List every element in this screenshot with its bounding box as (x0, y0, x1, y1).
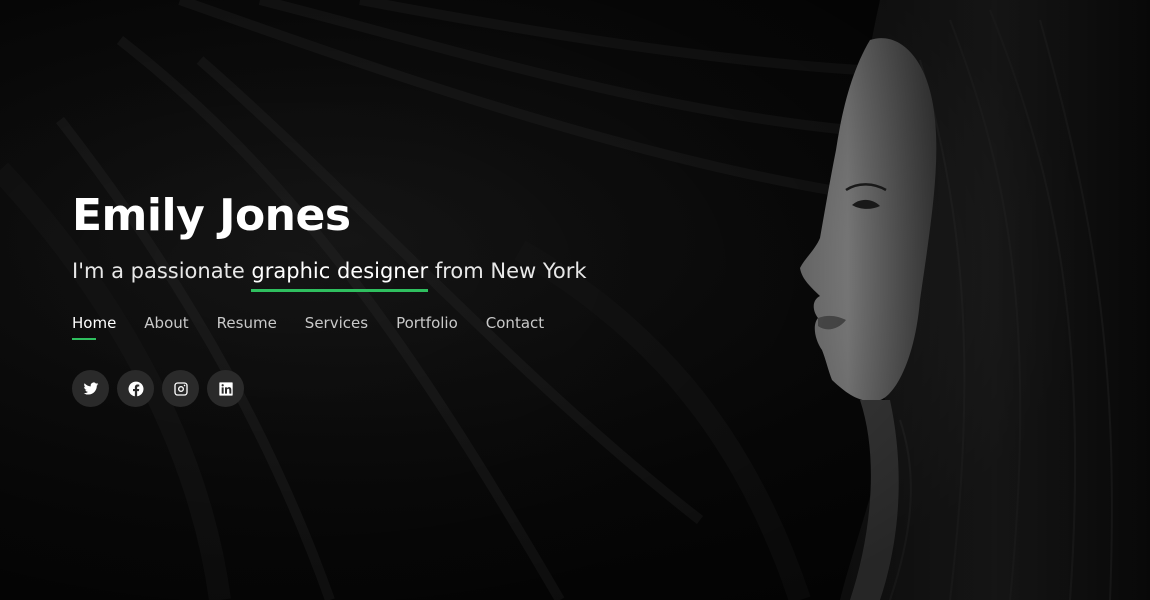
hero-content: Emily Jones I'm a passionate graphic des… (72, 188, 772, 407)
main-nav: Home About Resume Services Portfolio Con… (72, 314, 772, 340)
nav-services[interactable]: Services (305, 314, 368, 340)
nav-contact[interactable]: Contact (486, 314, 544, 340)
instagram-icon (173, 381, 188, 396)
social-links (72, 370, 772, 407)
facebook-icon (128, 381, 143, 396)
twitter-icon (83, 382, 98, 395)
facebook-button[interactable] (117, 370, 154, 407)
instagram-button[interactable] (162, 370, 199, 407)
hero-section: Emily Jones I'm a passionate graphic des… (0, 0, 1150, 600)
nav-about[interactable]: About (144, 314, 188, 340)
linkedin-icon (218, 381, 233, 396)
twitter-button[interactable] (72, 370, 109, 407)
tagline-suffix: from New York (428, 259, 587, 283)
nav-resume[interactable]: Resume (217, 314, 277, 340)
nav-portfolio[interactable]: Portfolio (396, 314, 458, 340)
tagline-prefix: I'm a passionate (72, 259, 252, 283)
linkedin-button[interactable] (207, 370, 244, 407)
tagline-highlight: graphic designer (251, 256, 428, 292)
hero-name: Emily Jones (72, 190, 351, 241)
hero-tagline: I'm a passionate graphic designer from N… (72, 256, 772, 292)
nav-home[interactable]: Home (72, 314, 116, 340)
